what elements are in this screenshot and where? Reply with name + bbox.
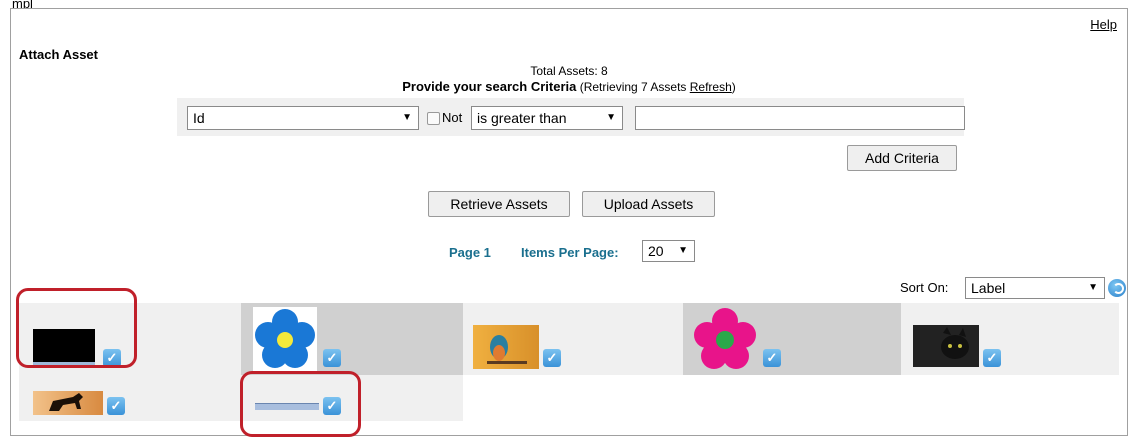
help-link[interactable]: Help	[1090, 17, 1117, 32]
total-assets-text: Total Assets: 8	[530, 64, 608, 78]
black-horse-thumbnail	[33, 391, 103, 415]
pink-flower-thumbnail	[693, 307, 757, 371]
chevron-down-icon: ▼	[1088, 282, 1098, 293]
retrieve-assets-button[interactable]: Retrieve Assets	[428, 191, 570, 217]
asset-cell[interactable]: ✓	[19, 375, 241, 421]
criteria-value-input[interactable]	[635, 106, 965, 130]
asset-checkbox[interactable]: ✓	[763, 349, 781, 367]
add-criteria-button[interactable]: Add Criteria	[847, 145, 957, 171]
search-criteria-caption: Provide your search Criteria (Retrieving…	[11, 79, 1127, 94]
upload-assets-button[interactable]: Upload Assets	[582, 191, 715, 217]
sort-select[interactable]: Label ▼	[965, 277, 1105, 299]
items-per-page-select[interactable]: 20 ▼	[642, 240, 695, 262]
attach-asset-panel: Help Attach Asset Total Assets: 8 Provid…	[10, 8, 1128, 437]
sort-on-label: Sort On:	[900, 280, 949, 295]
asset-checkbox[interactable]: ✓	[107, 397, 125, 415]
blue-flower-thumbnail	[253, 307, 317, 371]
not-label: Not	[442, 110, 463, 125]
page-indicator: Page 1	[449, 245, 491, 260]
chevron-down-icon: ▼	[606, 112, 616, 123]
page-title: Attach Asset	[19, 47, 98, 62]
operator-select[interactable]: is greater than ▼	[471, 106, 623, 130]
operator-select-value: is greater than	[477, 110, 567, 126]
highlight-callout	[240, 371, 361, 437]
chevron-down-icon: ▼	[402, 112, 412, 123]
items-per-page-label: Items Per Page:	[521, 245, 619, 260]
asset-checkbox[interactable]: ✓	[983, 349, 1001, 367]
criteria-row: Id ▼ Not is greater than ▼	[177, 98, 965, 136]
field-select-value: Id	[193, 110, 205, 126]
refresh-link[interactable]: Refresh	[690, 80, 732, 94]
highlight-callout	[16, 288, 137, 368]
field-select[interactable]: Id ▼	[187, 106, 419, 130]
retrieving-count-text: (Retrieving 7 Assets	[576, 80, 690, 94]
asset-cell[interactable]: ✓	[683, 303, 901, 375]
search-criteria-heading: Provide your search Criteria	[402, 79, 577, 94]
asset-checkbox[interactable]: ✓	[543, 349, 561, 367]
items-per-page-value: 20	[648, 243, 664, 259]
asset-cell[interactable]: ✓	[463, 303, 683, 375]
sort-refresh-icon[interactable]	[1108, 279, 1126, 297]
sort-select-value: Label	[971, 280, 1006, 296]
asset-checkbox[interactable]: ✓	[323, 349, 341, 367]
asset-cell[interactable]: ✓	[901, 303, 1119, 375]
asset-cell[interactable]: ✓	[241, 303, 463, 375]
black-cat-thumbnail	[913, 325, 979, 367]
caption-close: )	[731, 80, 736, 94]
chevron-down-icon: ▼	[678, 245, 688, 256]
kingfisher-bird-thumbnail	[473, 325, 539, 369]
not-checkbox[interactable]	[427, 112, 440, 125]
